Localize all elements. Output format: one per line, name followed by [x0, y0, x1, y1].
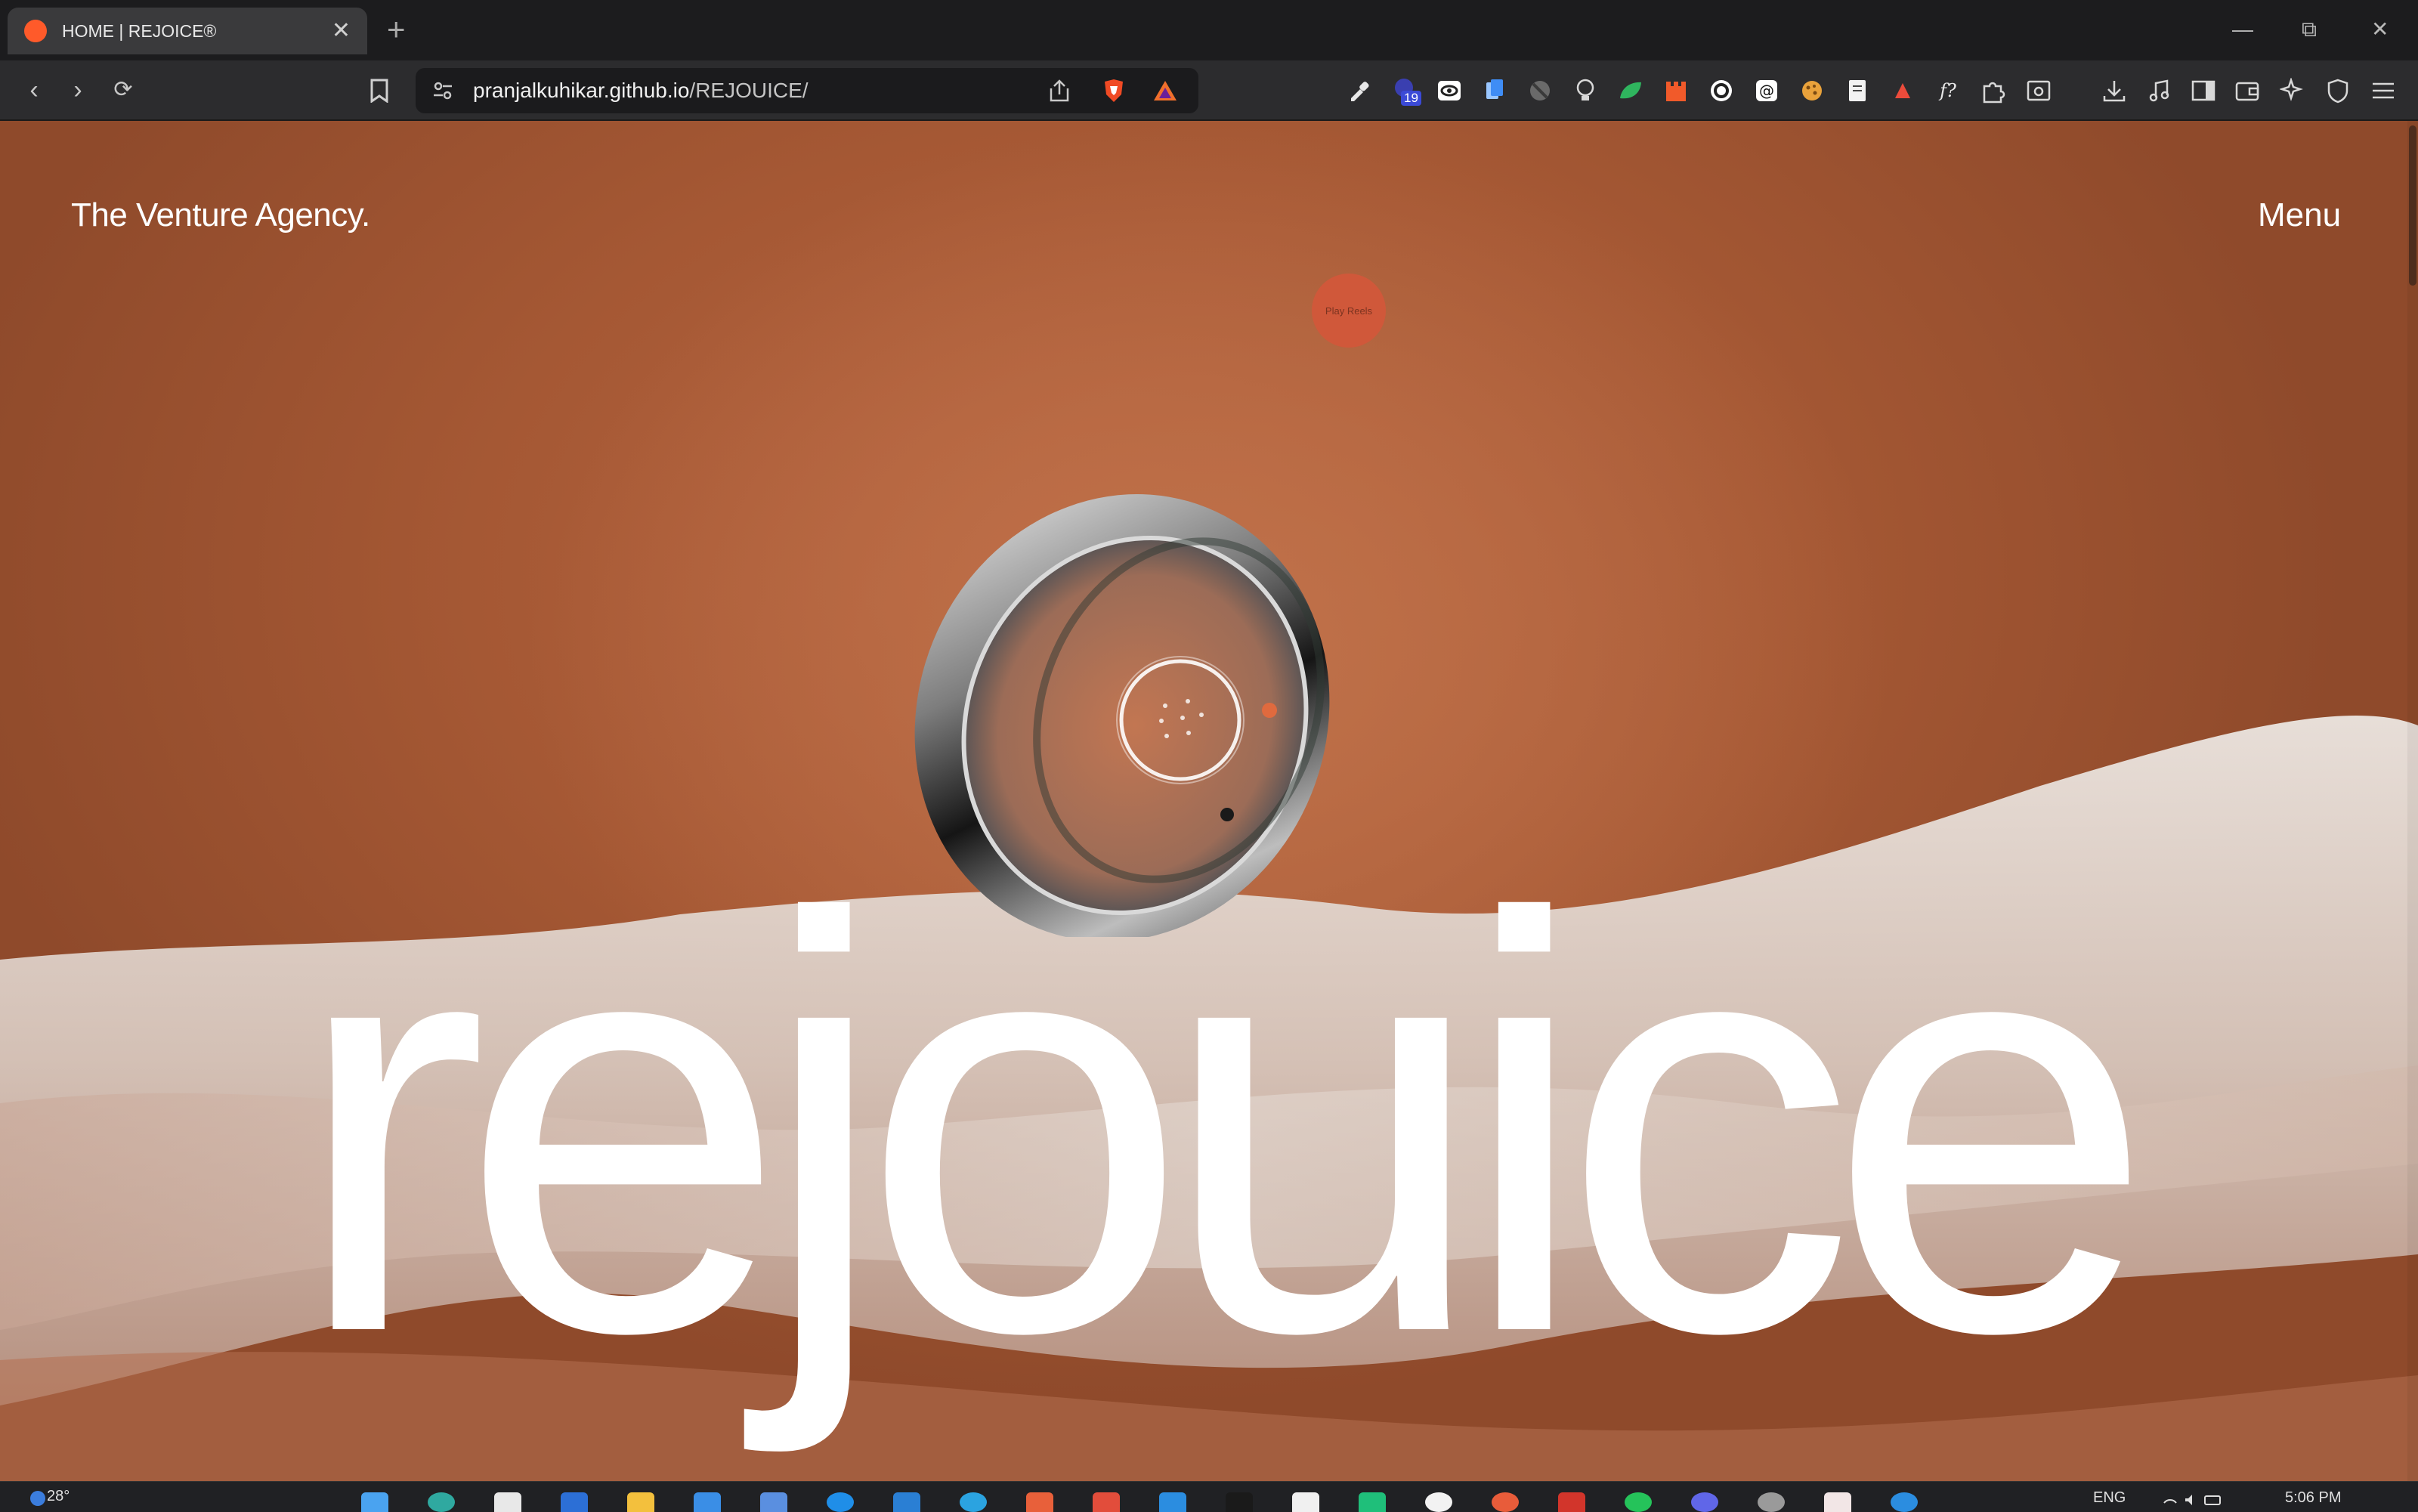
reader-mode-icon[interactable] [2025, 77, 2052, 104]
vpn-icon[interactable] [2324, 77, 2352, 104]
url-host: pranjalkuhikar.github.io [473, 79, 690, 102]
language-indicator[interactable]: ENG [2093, 1489, 2126, 1507]
windows-taskbar: 28° ENG 5:06 PM [0, 1481, 2418, 1512]
git-app-icon[interactable] [1026, 1492, 1053, 1512]
brave-app-icon[interactable] [1492, 1492, 1519, 1512]
leo-ai-icon[interactable] [2279, 77, 2306, 104]
sidebar-icon[interactable] [2190, 77, 2217, 104]
castle-extension-icon[interactable] [1662, 77, 1690, 104]
brave-shields-icon[interactable] [1100, 77, 1127, 104]
browser-toolbar: ‹ › ⟳ pranjalkuhikar.github.io/REJOUICE/… [0, 60, 2418, 121]
rejouice-favicon-icon [24, 20, 47, 42]
page-scrollbar[interactable] [2407, 121, 2418, 1481]
weather-icon[interactable] [30, 1491, 45, 1506]
file-explorer-icon[interactable] [627, 1492, 654, 1512]
leaf-extension-icon[interactable] [1617, 77, 1644, 104]
downloads-icon[interactable] [2101, 77, 2128, 104]
brave-rewards-icon[interactable] [1152, 77, 1179, 104]
menu-button[interactable]: Menu [2258, 196, 2341, 234]
url-path: /REJOUICE/ [689, 79, 809, 102]
cookie-extension-icon[interactable] [1798, 77, 1826, 104]
url-text[interactable]: pranjalkuhikar.github.io/REJOUICE/ [473, 68, 809, 113]
bookmark-icon[interactable] [366, 77, 393, 104]
share-icon[interactable] [1046, 77, 1073, 104]
page-viewport: The Venture Agency. Menu Play Reels rejo… [0, 121, 2418, 1481]
app-icon-16[interactable] [1425, 1492, 1452, 1512]
tab-close-icon[interactable]: ✕ [332, 20, 351, 42]
svg-text:f?: f? [1938, 80, 1956, 101]
minimize-window-button[interactable]: — [2232, 11, 2253, 48]
terminal-app-icon[interactable] [1226, 1492, 1253, 1512]
app-icon-21[interactable] [1758, 1492, 1785, 1512]
telegram-app-icon[interactable] [960, 1492, 987, 1512]
calendar-app-icon[interactable] [1824, 1492, 1851, 1512]
media-icon[interactable] [2146, 77, 2173, 104]
document-extension-icon[interactable] [1844, 77, 1871, 104]
app-icon-23[interactable] [1891, 1492, 1918, 1512]
browser-tab-strip: HOME | REJOICE® ✕ + — ⧉ ✕ [0, 0, 2418, 60]
new-tab-button[interactable]: + [387, 11, 406, 48]
clipboard-extension-icon[interactable] [1481, 77, 1508, 104]
lightbulb-icon[interactable] [1572, 77, 1599, 104]
task-view-icon[interactable] [494, 1492, 521, 1512]
edge-app-icon[interactable] [827, 1492, 854, 1512]
person-extension-icon[interactable] [1889, 77, 1916, 104]
weather-temperature[interactable]: 28° [47, 1488, 70, 1505]
clock-time[interactable]: 5:06 PM [2285, 1489, 2341, 1507]
app-icon-18[interactable] [1558, 1492, 1585, 1512]
eyedropper-icon[interactable] [1345, 77, 1372, 104]
start-button-icon[interactable] [361, 1492, 388, 1512]
circle-extension-icon[interactable] [1708, 77, 1735, 104]
extension-badge-count: 19 [1401, 91, 1421, 106]
search-app-icon[interactable] [428, 1492, 455, 1512]
extension-badge-icon[interactable]: 19 [1390, 77, 1424, 106]
site-settings-icon[interactable] [429, 77, 456, 104]
whatsapp-app-icon[interactable] [1625, 1492, 1652, 1512]
address-bar[interactable]: pranjalkuhikar.github.io/REJOUICE/ [416, 68, 1198, 113]
back-button[interactable]: ‹ [15, 71, 53, 109]
play-reels-button[interactable]: Play Reels [1312, 274, 1386, 348]
store-app-icon[interactable] [694, 1492, 721, 1512]
notion-app-icon[interactable] [1292, 1492, 1319, 1512]
restore-window-button[interactable]: ⧉ [2302, 11, 2317, 48]
svg-text:@: @ [1759, 82, 1774, 100]
eye-extension-icon[interactable] [1436, 77, 1463, 104]
tab-title: HOME | REJOICE® [62, 20, 217, 41]
hero-wordmark: rejouice [292, 796, 2155, 1455]
reload-button[interactable]: ⟳ [104, 71, 142, 109]
app-icon-11[interactable] [1093, 1492, 1120, 1512]
mail-app-icon[interactable] [893, 1492, 920, 1512]
vscode-app-icon[interactable] [1159, 1492, 1186, 1512]
disabled-extension-icon[interactable] [1526, 77, 1554, 104]
extensions-puzzle-icon[interactable] [1980, 77, 2007, 104]
copilot-app-icon[interactable] [561, 1492, 588, 1512]
discord-app-icon[interactable] [1691, 1492, 1718, 1512]
function-extension-icon[interactable]: f? [1934, 77, 1962, 104]
site-logo[interactable]: The Venture Agency. [71, 196, 370, 234]
scrollbar-thumb[interactable] [2409, 125, 2416, 286]
hamburger-menu-icon[interactable] [2370, 77, 2397, 104]
wallet-icon[interactable] [2234, 77, 2261, 104]
forward-button[interactable]: › [59, 71, 97, 109]
at-sign-extension-icon[interactable]: @ [1753, 77, 1780, 104]
photos-app-icon[interactable] [760, 1492, 787, 1512]
close-window-button[interactable]: ✕ [2371, 11, 2389, 48]
system-tray-icons[interactable] [2163, 1492, 2223, 1507]
app-icon-15[interactable] [1359, 1492, 1386, 1512]
browser-tab-active[interactable]: HOME | REJOICE® ✕ [8, 8, 367, 54]
